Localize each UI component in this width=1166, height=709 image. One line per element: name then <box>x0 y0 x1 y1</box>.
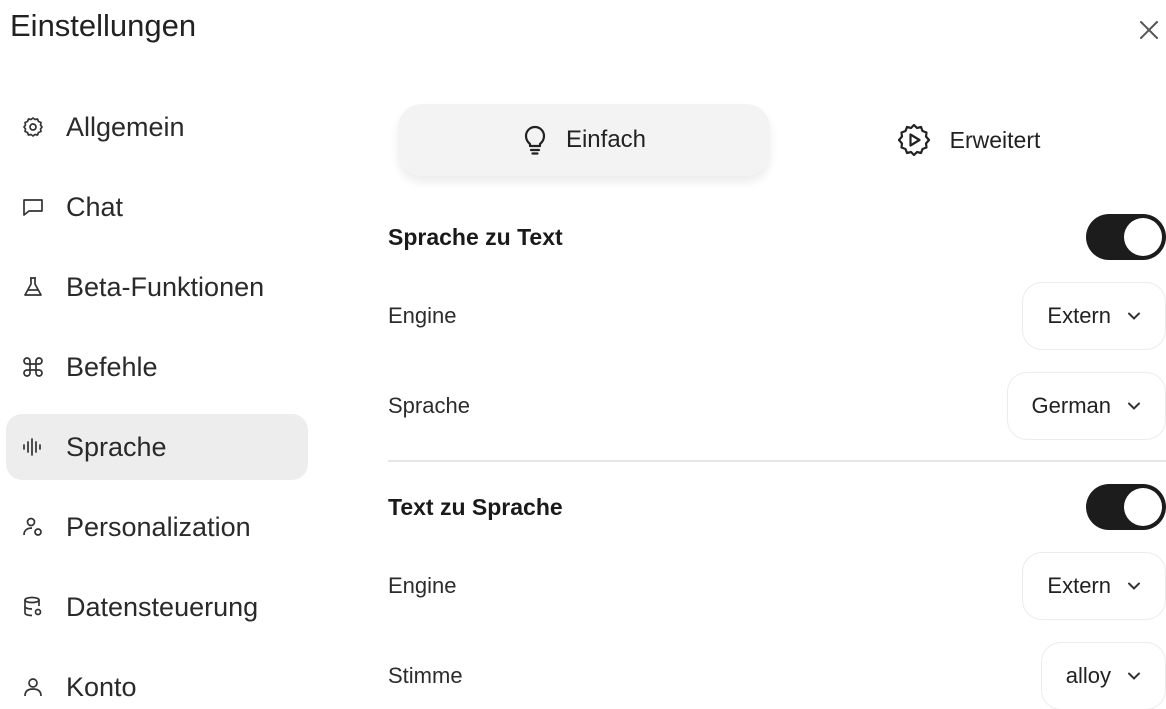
speech-to-text-header: Sprache zu Text <box>388 212 1166 262</box>
section-divider <box>388 460 1166 462</box>
waveform-icon <box>20 434 46 460</box>
stt-language-select[interactable]: German <box>1006 372 1166 440</box>
sidebar-item-allgemein[interactable]: Allgemein <box>6 94 308 160</box>
sidebar-item-label: Chat <box>66 191 124 222</box>
toggle-knob <box>1124 218 1162 256</box>
select-value: Extern <box>1047 303 1111 328</box>
sidebar-item-beta-funktionen[interactable]: Beta-Funktionen <box>6 254 308 320</box>
person-sparkle-icon <box>20 514 46 540</box>
settings-dialog: Einstellungen Allgemein Chat Beta-Funkti… <box>0 0 1166 709</box>
stt-language-row: Sprache German <box>388 372 1166 440</box>
sidebar-item-sprache[interactable]: Sprache <box>6 414 308 480</box>
lightbulb-icon <box>522 125 548 155</box>
sidebar-item-konto[interactable]: Konto <box>6 654 308 709</box>
sidebar-item-label: Datensteuerung <box>66 591 259 622</box>
database-gear-icon <box>20 594 46 620</box>
tts-engine-select[interactable]: Extern <box>1022 552 1166 620</box>
command-icon <box>20 354 46 380</box>
sidebar-item-label: Sprache <box>66 431 167 462</box>
select-value: German <box>1031 393 1111 418</box>
tts-voice-row: Stimme alloy <box>388 642 1166 709</box>
select-value: Extern <box>1047 573 1111 598</box>
sidebar-item-chat[interactable]: Chat <box>6 174 308 240</box>
sidebar-item-personalization[interactable]: Personalization <box>6 494 308 560</box>
text-to-speech-toggle[interactable] <box>1086 484 1166 530</box>
cog-play-icon <box>896 122 932 158</box>
stt-engine-select[interactable]: Extern <box>1022 282 1166 350</box>
section-title-speech-to-text: Sprache zu Text <box>388 223 563 250</box>
tab-erweitert[interactable]: Erweitert <box>868 104 1068 176</box>
close-icon <box>1140 21 1158 39</box>
tab-einfach[interactable]: Einfach <box>398 104 770 176</box>
chevron-down-icon <box>1127 401 1141 411</box>
stt-engine-row: Engine Extern <box>388 282 1166 350</box>
flask-icon <box>20 274 46 300</box>
section-title-text-to-speech: Text zu Sprache <box>388 493 563 520</box>
sidebar-item-label: Befehle <box>66 351 158 382</box>
text-to-speech-header: Text zu Sprache <box>388 482 1166 532</box>
sidebar-item-label: Personalization <box>66 511 251 542</box>
select-value: alloy <box>1065 663 1111 688</box>
gear-icon <box>20 114 46 140</box>
chevron-down-icon <box>1127 581 1141 591</box>
sidebar-item-datensteuerung[interactable]: Datensteuerung <box>6 574 308 640</box>
user-icon <box>20 674 46 700</box>
sidebar-item-befehle[interactable]: Befehle <box>6 334 308 400</box>
chat-bubble-icon <box>20 194 46 220</box>
close-button[interactable] <box>1133 14 1165 46</box>
stt-language-label: Sprache <box>388 393 470 418</box>
chevron-down-icon <box>1127 671 1141 681</box>
page-title: Einstellungen <box>10 8 197 43</box>
stt-engine-label: Engine <box>388 303 457 328</box>
tts-voice-label: Stimme <box>388 663 463 688</box>
tts-engine-row: Engine Extern <box>388 552 1166 620</box>
sidebar: Allgemein Chat Beta-Funktionen Befehle S… <box>6 94 308 709</box>
mode-tabs: Einfach Erweitert <box>398 104 1166 178</box>
tab-label: Einfach <box>565 126 647 153</box>
chevron-down-icon <box>1127 311 1141 321</box>
tts-voice-select[interactable]: alloy <box>1040 642 1166 709</box>
speech-to-text-toggle[interactable] <box>1086 214 1166 260</box>
toggle-knob <box>1124 488 1162 526</box>
tts-engine-label: Engine <box>388 573 457 598</box>
sidebar-item-label: Konto <box>66 671 137 702</box>
tab-label: Erweitert <box>949 126 1041 153</box>
sidebar-item-label: Allgemein <box>66 111 185 142</box>
sidebar-item-label: Beta-Funktionen <box>66 271 265 302</box>
